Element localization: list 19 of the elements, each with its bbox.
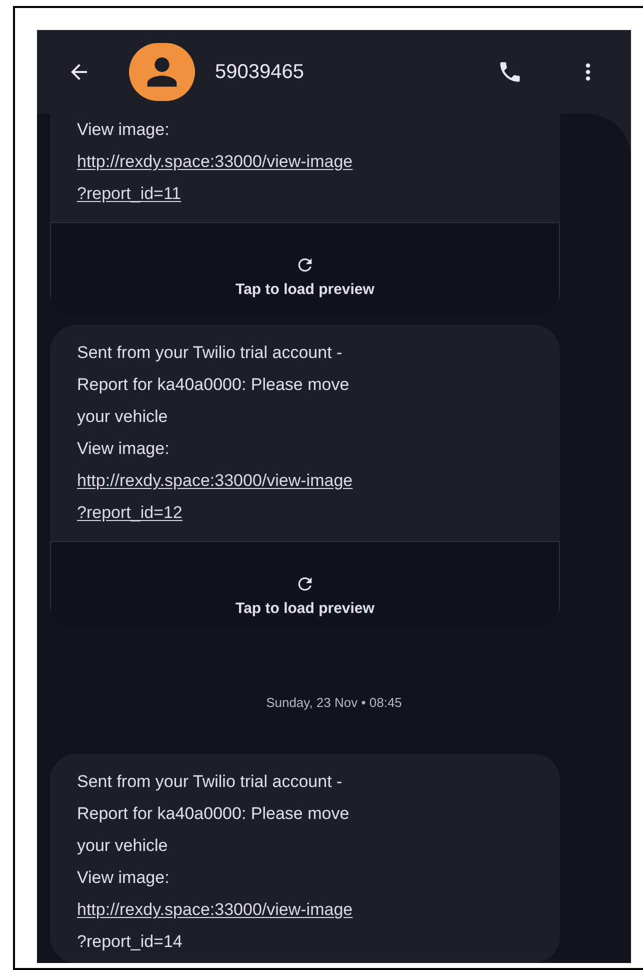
- message-text: View image:: [77, 867, 170, 890]
- message-text: Sent from your Twilio trial account -: [77, 342, 342, 364]
- message-text: your vehicle: [77, 406, 168, 428]
- load-preview-button[interactable]: Tap to load preview: [50, 540, 560, 631]
- message-text: View image:: [77, 438, 170, 460]
- load-preview-button[interactable]: Tap to load preview: [50, 222, 560, 319]
- message-link[interactable]: http://rexdy.space:33000/view-image: [77, 464, 353, 497]
- message-link[interactable]: http://rexdy.space:33000/view-image: [77, 894, 353, 926]
- contact-title: 59039465: [215, 60, 304, 85]
- message-text: View image:: [77, 119, 170, 141]
- message-text: Sent from your Twilio trial account -: [77, 771, 342, 794]
- message-link[interactable]: ?report_id=11: [77, 178, 182, 210]
- message-link[interactable]: http://rexdy.space:33000/view-image: [77, 146, 353, 178]
- message-text: Report for ka40a0000: Please move: [77, 374, 350, 396]
- date-separator: Sunday, 23 Nov • 08:45: [266, 694, 402, 712]
- message-text: your vehicle: [77, 835, 168, 858]
- message-link[interactable]: ?report_id=12: [77, 496, 182, 529]
- message-text: Report for ka40a0000: Please move: [77, 803, 350, 826]
- message-text: ?report_id=14: [77, 931, 182, 954]
